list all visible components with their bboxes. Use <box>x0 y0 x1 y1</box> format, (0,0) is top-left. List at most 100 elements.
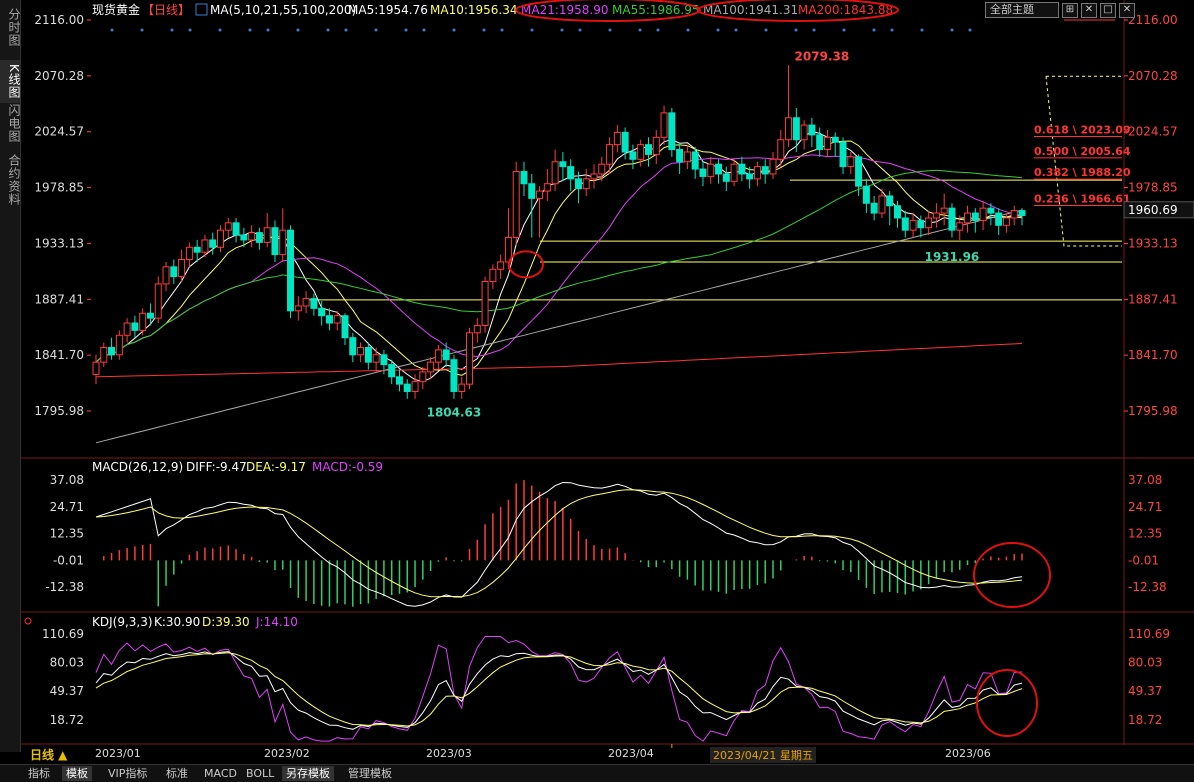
candle-body <box>458 383 466 392</box>
y-tick-label: 1841.70 <box>1128 348 1178 362</box>
theme-dropdown[interactable]: 全部主题 <box>985 2 1059 18</box>
candle-body <box>325 315 333 324</box>
event-dot <box>326 28 330 32</box>
kdj-j-line <box>95 636 1023 742</box>
event-dot <box>638 28 642 32</box>
candle-body <box>668 112 676 151</box>
tab-save-template[interactable]: 另存模板 <box>282 766 334 781</box>
candle-body <box>987 207 995 214</box>
bottom-toolbar: 指标 模板 VIP指标 标准 MACD BOLL 另存模板 管理模板 <box>0 764 1194 782</box>
candle-body <box>357 346 365 356</box>
highlight-ellipse <box>976 669 1038 737</box>
tab-indicator[interactable]: 指标 <box>24 766 54 781</box>
macd-value: MACD:-0.59 <box>312 460 383 474</box>
candle-body <box>185 246 193 260</box>
candle-body <box>979 207 987 221</box>
tab-boll[interactable]: BOLL <box>242 766 278 781</box>
candle-body <box>489 268 497 282</box>
event-dot <box>560 28 564 32</box>
candle-body <box>154 283 162 319</box>
macd-y-tick: 12.35 <box>1128 527 1162 541</box>
candle-body <box>870 202 878 214</box>
candle-body <box>629 151 637 160</box>
candle-body <box>909 219 917 231</box>
candle-body <box>294 305 302 312</box>
kdj-y-tick-left: 110.69 <box>42 627 84 641</box>
tab-macd[interactable]: MACD <box>200 766 241 781</box>
candle-body <box>676 149 684 163</box>
event-dot <box>734 28 738 32</box>
candle-body <box>427 361 435 373</box>
ma10-line <box>95 140 1023 376</box>
sidebar-tab-flash[interactable]: 闪电图 <box>0 100 21 147</box>
close-panel-button[interactable]: ✕ <box>1119 3 1135 18</box>
candle-body <box>637 144 645 160</box>
candle-body <box>785 117 793 141</box>
candle-body <box>466 332 474 385</box>
candle-body <box>769 158 777 175</box>
kdj-y-tick: 110.69 <box>1128 627 1170 641</box>
candle-body <box>108 346 116 356</box>
maximize-button[interactable]: □ <box>1100 3 1116 18</box>
y-tick-label-left: 1795.98 <box>34 404 84 418</box>
macd-dea: DEA:-9.17 <box>246 460 306 474</box>
sidebar-tab-kline[interactable]: K线图 <box>0 60 21 103</box>
low-annotation: 1804.63 <box>427 405 482 419</box>
date-label: 2023/03 <box>426 747 472 760</box>
candle-body <box>349 337 357 356</box>
candle-body <box>761 166 769 175</box>
candle-body <box>434 349 442 363</box>
candle-body <box>115 334 123 356</box>
candle-body <box>722 173 730 182</box>
candle-body <box>699 168 707 177</box>
candle-body <box>450 359 458 392</box>
candle-body <box>372 354 380 363</box>
kdj-y-tick-left: 49.37 <box>50 684 84 698</box>
kdj-d: D:39.30 <box>202 615 250 629</box>
symbol-name: 现货黄金 <box>92 2 140 17</box>
event-dot <box>656 28 660 32</box>
candle-body <box>287 229 295 312</box>
candle-body <box>582 178 590 190</box>
event-dot <box>266 28 270 32</box>
candle-body <box>388 364 396 378</box>
highlight-ellipse <box>973 542 1051 608</box>
candle-body <box>497 261 505 270</box>
candle-body <box>847 156 855 168</box>
kdj-k: K:30.90 <box>154 615 200 629</box>
candle-body <box>652 136 660 155</box>
sidebar-tab-contract[interactable]: 合约资料 <box>0 150 21 210</box>
candle-body <box>263 227 271 243</box>
candle-body <box>279 229 287 256</box>
candle-body <box>100 346 108 363</box>
tab-template[interactable]: 模板 <box>62 766 92 781</box>
y-tick-label: 1887.41 <box>1128 292 1178 306</box>
ma10-value: MA10:1956.34 <box>430 3 518 17</box>
candle-body <box>925 217 933 229</box>
candle-body <box>621 131 629 153</box>
candle-body <box>302 298 310 307</box>
y-tick-label-left: 1887.41 <box>34 292 84 306</box>
candle-body <box>738 163 746 175</box>
event-dot <box>608 28 612 32</box>
event-dot <box>968 28 972 32</box>
event-dot <box>764 28 768 32</box>
candle-body <box>380 354 388 366</box>
date-axis: 2023/01 2023/02 2023/03 2023/04 2023/04/… <box>20 745 1120 763</box>
grid-button[interactable]: ⊞ <box>1062 3 1078 18</box>
y-tick-label-left: 2024.57 <box>34 125 84 139</box>
sidebar-tab-timeshare[interactable]: 分时图 <box>0 4 21 51</box>
event-dot <box>296 28 300 32</box>
tab-standard[interactable]: 标准 <box>162 766 192 781</box>
event-dot <box>344 28 348 32</box>
tab-manage-template[interactable]: 管理模板 <box>344 766 396 781</box>
event-dot <box>404 28 408 32</box>
candle-body <box>395 376 403 385</box>
kdj-y-tick: 80.03 <box>1128 656 1162 670</box>
y-tick-label: 1978.85 <box>1128 181 1178 195</box>
macd-y-tick-left: 12.35 <box>50 527 84 541</box>
close-icon[interactable]: ✕ <box>1081 3 1097 18</box>
tab-vip-indicator[interactable]: VIP指标 <box>104 766 151 781</box>
low-annotation: 1931.96 <box>925 250 980 264</box>
date-label: 2023/01 <box>95 747 141 760</box>
